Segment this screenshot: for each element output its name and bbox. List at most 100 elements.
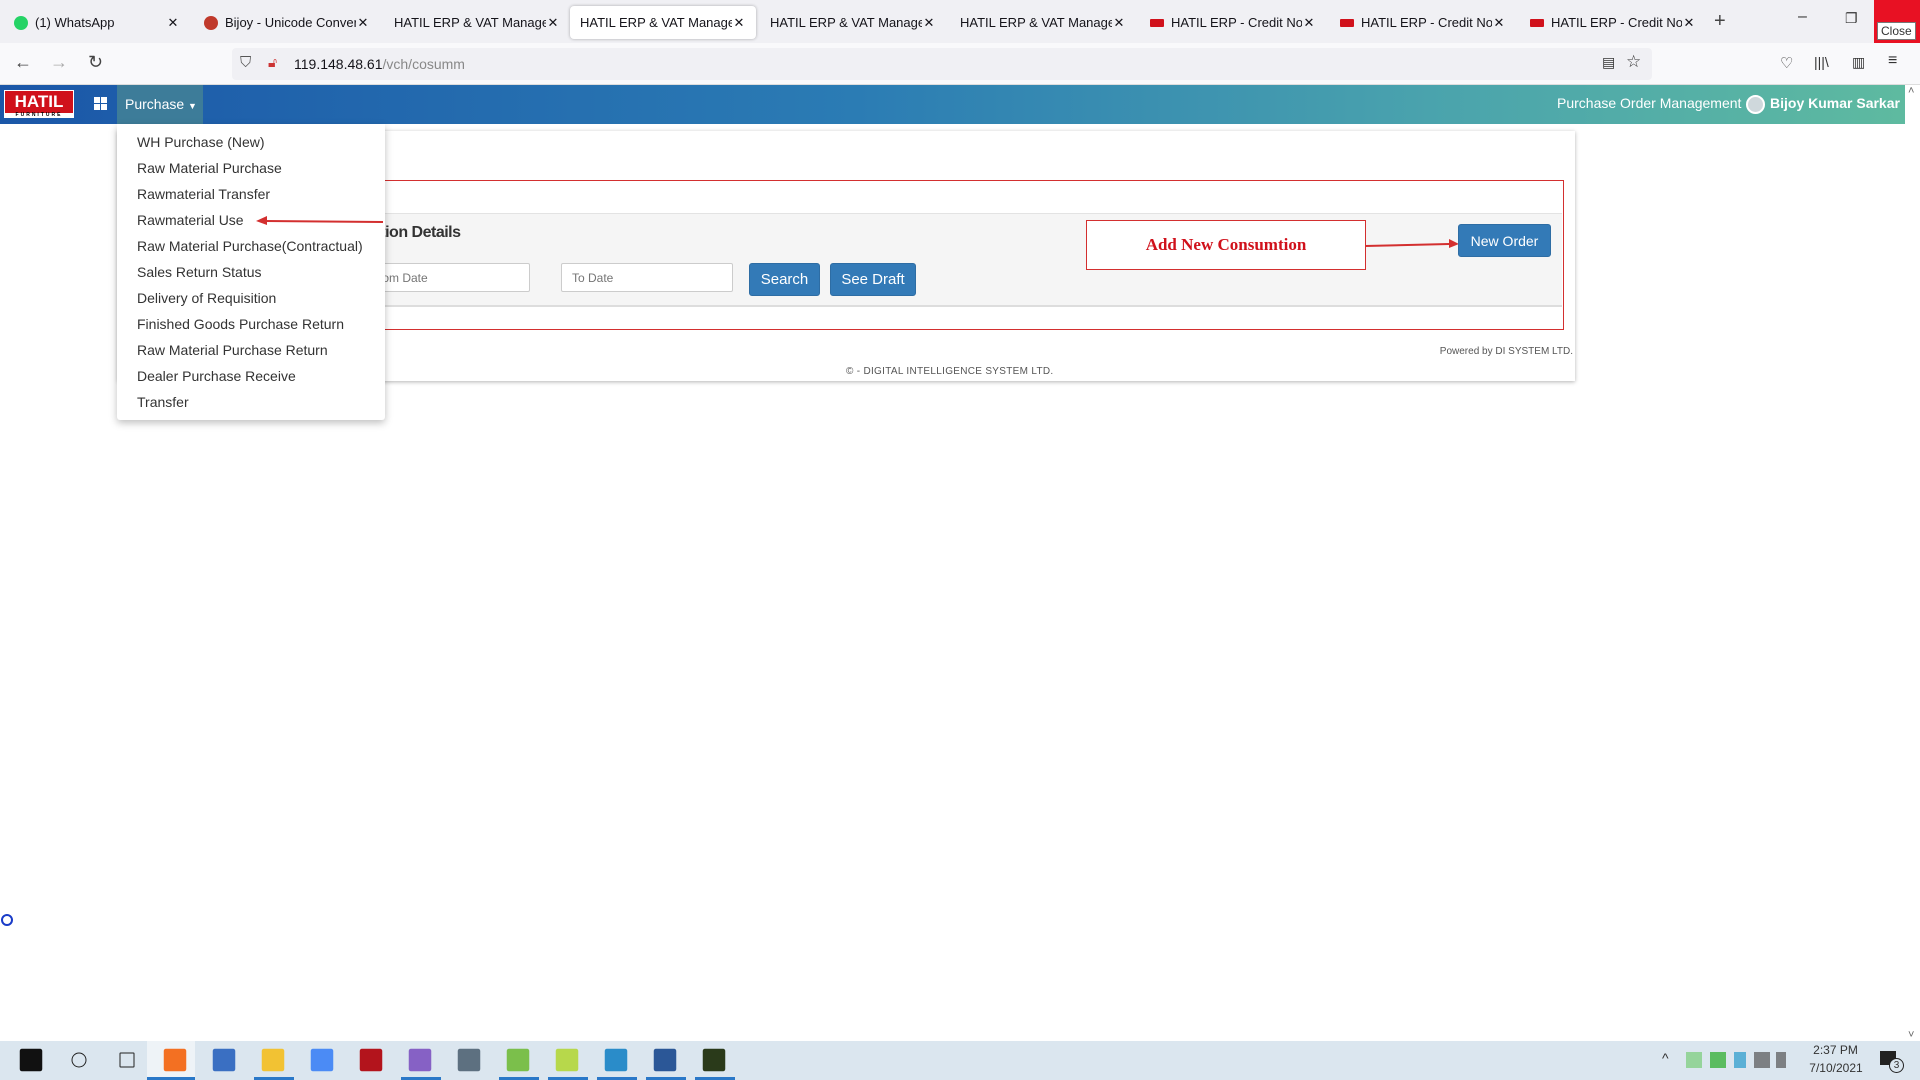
dropdown-item[interactable]: Raw Material Purchase bbox=[137, 160, 282, 176]
browser-tab[interactable]: HATIL ERP & VAT Manageme✕ bbox=[570, 6, 756, 39]
close-tooltip: Close bbox=[1877, 22, 1916, 40]
file-explorer-icon[interactable] bbox=[261, 1048, 285, 1072]
dropdown-item[interactable]: Rawmaterial Transfer bbox=[137, 186, 270, 202]
logo-subtext: FURNITURE bbox=[5, 113, 73, 118]
search-button[interactable]: Search bbox=[749, 263, 820, 296]
word-icon[interactable] bbox=[653, 1048, 677, 1072]
hatil-icon bbox=[1340, 18, 1354, 27]
calculator-icon[interactable] bbox=[457, 1048, 481, 1072]
tab-title: (1) WhatsApp bbox=[35, 15, 115, 30]
tab-close-icon[interactable]: ✕ bbox=[1112, 15, 1126, 31]
tab-close-icon[interactable]: ✕ bbox=[1302, 15, 1316, 31]
browser-tab[interactable]: HATIL ERP & VAT Manageme✕ bbox=[384, 6, 570, 39]
to-date-input[interactable] bbox=[561, 263, 733, 292]
annotation-arrow-menu bbox=[256, 216, 384, 225]
new-order-button[interactable]: New Order bbox=[1458, 224, 1551, 257]
tray-chevron-icon[interactable]: ^ bbox=[1662, 1050, 1669, 1066]
browser-tab[interactable]: HATIL ERP - Credit Note (✕ bbox=[1520, 6, 1706, 39]
tab-close-icon[interactable]: ✕ bbox=[1492, 15, 1506, 31]
task-view-icon[interactable] bbox=[119, 1052, 135, 1068]
browser-tab[interactable]: (1) WhatsApp ✕ bbox=[4, 6, 190, 39]
bijoy-icon bbox=[204, 15, 218, 30]
browser-tab[interactable]: HATIL ERP - Credit Note (✕ bbox=[1330, 6, 1516, 39]
dropdown-item[interactable]: Finished Goods Purchase Return bbox=[137, 316, 344, 332]
network-app-icon[interactable] bbox=[604, 1048, 628, 1072]
dropdown-item[interactable]: Sales Return Status bbox=[137, 264, 262, 280]
tab-close-icon[interactable]: ✕ bbox=[1682, 15, 1696, 31]
dropdown-item[interactable]: Rawmaterial Use bbox=[137, 212, 244, 228]
purchase-menu-button[interactable]: Purchase ▼ bbox=[117, 85, 203, 124]
chrome-icon[interactable] bbox=[310, 1048, 334, 1072]
url-path: /vch/cosumm bbox=[382, 56, 465, 72]
tab-title: HATIL ERP & VAT Manageme bbox=[960, 15, 1112, 30]
user-name[interactable]: Bijoy Kumar Sarkar bbox=[1770, 95, 1900, 111]
firefox-icon[interactable] bbox=[163, 1048, 187, 1072]
url-bar[interactable]: ⛉ 🔓︎ 119.148.48.61/vch/cosumm ▤ ☆ bbox=[232, 48, 1652, 80]
tab-close-icon[interactable]: ✕ bbox=[166, 15, 180, 31]
from-date-input[interactable] bbox=[360, 263, 530, 292]
new-tab-button[interactable]: + bbox=[1714, 10, 1726, 33]
taskbar bbox=[0, 1041, 1920, 1080]
powered-by: Powered by DI SYSTEM LTD. bbox=[1439, 346, 1573, 357]
forward-button[interactable]: → bbox=[50, 52, 68, 73]
search-icon[interactable] bbox=[71, 1052, 87, 1068]
tab-title: HATIL ERP & VAT Manageme bbox=[580, 15, 732, 30]
hatil-icon bbox=[1150, 18, 1164, 27]
apps-grid-icon[interactable] bbox=[94, 97, 107, 110]
tab-close-icon[interactable]: ✕ bbox=[546, 15, 560, 31]
tab-close-icon[interactable]: ✕ bbox=[922, 15, 936, 31]
pocket-icon[interactable]: ♡ bbox=[1780, 54, 1793, 72]
windows-start-icon[interactable] bbox=[19, 1048, 43, 1072]
menu-icon[interactable]: ≡ bbox=[1888, 52, 1897, 70]
logo-text: HATIL bbox=[14, 92, 64, 111]
purchase-dropdown: WH Purchase (New) Raw Material Purchase Ra… bbox=[117, 124, 385, 420]
notification-count: 3 bbox=[1889, 1058, 1904, 1073]
url-host: 119.148.48.61 bbox=[294, 56, 383, 72]
browser-tab[interactable]: Bijoy - Unicode Converte ✕ bbox=[194, 6, 380, 39]
dropdown-item[interactable]: WH Purchase (New) bbox=[137, 134, 265, 150]
reader-view-icon[interactable]: ▤ bbox=[1602, 54, 1615, 71]
tab-close-icon[interactable]: ✕ bbox=[356, 15, 370, 31]
insecure-lock-icon: 🔓︎ bbox=[268, 54, 278, 70]
tab-title: HATIL ERP - Credit Note ( bbox=[1171, 15, 1302, 30]
browser-tab[interactable]: HATIL ERP & VAT Manageme✕ bbox=[950, 6, 1136, 39]
notepad-app-icon[interactable] bbox=[555, 1048, 579, 1072]
tab-title: Bijoy - Unicode Converte bbox=[225, 15, 356, 30]
tab-title: HATIL ERP - Credit Note ( bbox=[1551, 15, 1682, 30]
filezilla-icon[interactable] bbox=[359, 1048, 383, 1072]
scroll-down-icon[interactable]: ˅ bbox=[1908, 1029, 1914, 1041]
scrollbar[interactable]: ˄ ˅ bbox=[1905, 85, 1920, 1041]
clock-date[interactable]: 7/10/2021 bbox=[1806, 1061, 1866, 1075]
mail-app-icon[interactable] bbox=[506, 1048, 530, 1072]
library-icon[interactable]: |||\ bbox=[1814, 54, 1829, 70]
dropdown-item[interactable]: Raw Material Purchase Return bbox=[137, 342, 328, 358]
remote-desktop-icon[interactable] bbox=[212, 1048, 236, 1072]
see-draft-button[interactable]: See Draft bbox=[830, 263, 916, 296]
clock-time[interactable]: 2:37 PM bbox=[1813, 1043, 1858, 1057]
bookmark-star-icon[interactable]: ☆ bbox=[1626, 52, 1641, 72]
tray-icons bbox=[1686, 1052, 1786, 1068]
url-text: 119.148.48.61/vch/cosumm bbox=[294, 56, 465, 72]
sidebar-icon[interactable]: ▥ bbox=[1852, 54, 1865, 71]
shield-icon: ⛉ bbox=[240, 54, 252, 71]
tab-close-icon[interactable]: ✕ bbox=[732, 15, 746, 31]
dropdown-item[interactable]: Dealer Purchase Receive bbox=[137, 368, 296, 384]
dropdown-item[interactable]: Raw Material Purchase(Contractual) bbox=[137, 238, 363, 254]
reload-button[interactable]: ↻ bbox=[88, 52, 103, 73]
tab-title: HATIL ERP - Credit Note ( bbox=[1361, 15, 1492, 30]
terminal-app-icon[interactable] bbox=[702, 1048, 726, 1072]
restore-button[interactable]: ❐ bbox=[1845, 10, 1858, 27]
visual-studio-icon[interactable] bbox=[408, 1048, 432, 1072]
browser-tab[interactable]: HATIL ERP - Credit Note (✕ bbox=[1140, 6, 1326, 39]
tab-title: HATIL ERP & VAT Manageme bbox=[770, 15, 922, 30]
back-button[interactable]: ← bbox=[14, 52, 32, 73]
hatil-logo[interactable]: HATIL FURNITURE bbox=[4, 90, 74, 118]
whatsapp-icon bbox=[14, 15, 28, 30]
dropdown-item[interactable]: Transfer bbox=[137, 394, 189, 410]
dropdown-item[interactable]: Delivery of Requisition bbox=[137, 290, 276, 306]
minimize-button[interactable]: – bbox=[1798, 8, 1807, 26]
page-circle-icon[interactable] bbox=[1, 914, 13, 926]
module-title[interactable]: Purchase Order Management bbox=[1557, 95, 1741, 111]
browser-tab[interactable]: HATIL ERP & VAT Manageme✕ bbox=[760, 6, 946, 39]
scroll-up-icon[interactable]: ˄ bbox=[1908, 85, 1914, 97]
